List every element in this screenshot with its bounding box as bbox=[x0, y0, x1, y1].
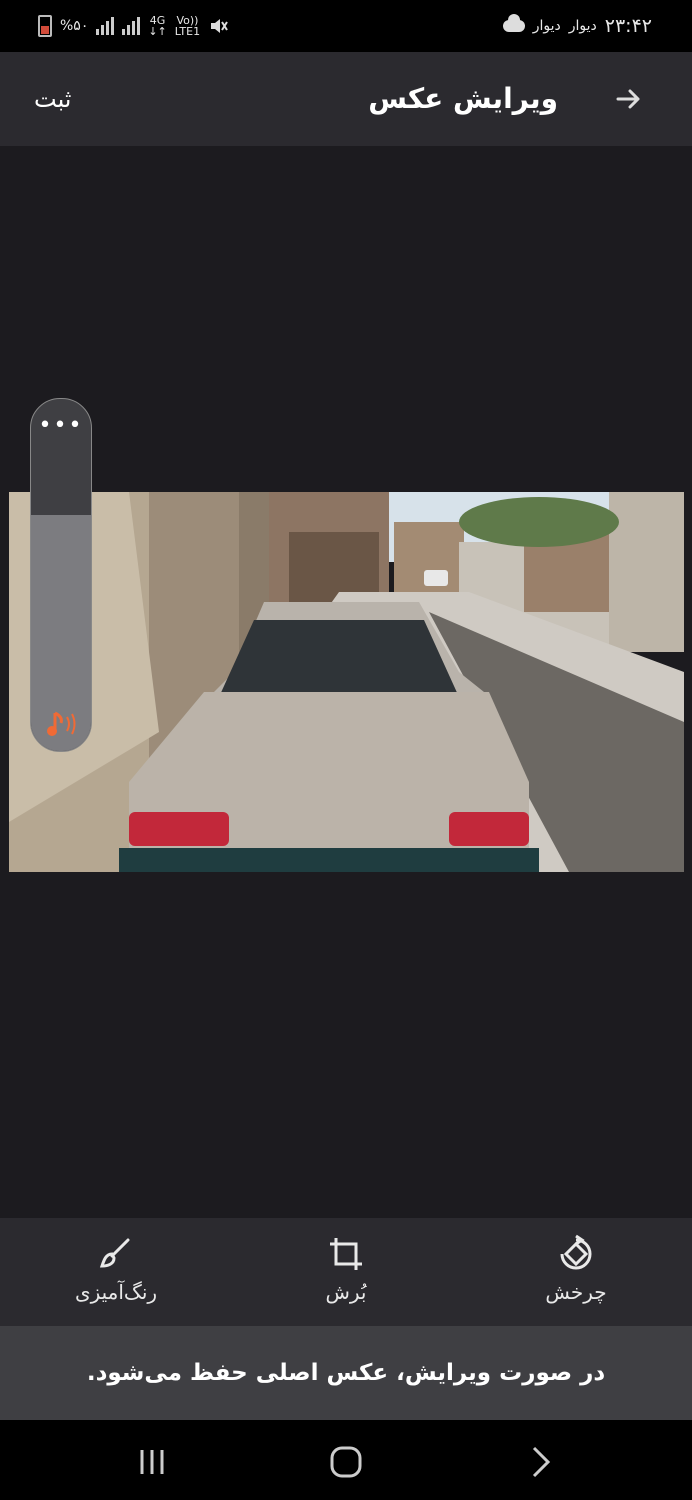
tool-label: چرخش bbox=[545, 1280, 607, 1304]
crop-icon bbox=[330, 1238, 362, 1270]
arrow-right-icon bbox=[616, 89, 640, 109]
car-photo-drawing bbox=[9, 492, 684, 872]
status-time: ۲۳:۴۲ bbox=[604, 15, 652, 37]
network-type: 4G ↓↑ bbox=[148, 14, 167, 38]
info-banner: در صورت ویرایش، عکس اصلی حفظ می‌شود. bbox=[0, 1326, 692, 1420]
submit-button[interactable]: ثبت bbox=[34, 76, 72, 122]
crop-tool-button[interactable]: بُرش bbox=[256, 1218, 436, 1326]
back-icon bbox=[532, 1446, 551, 1478]
music-note-icon[interactable] bbox=[43, 709, 79, 739]
volte-indicator: Vo)) LTE1 bbox=[174, 14, 201, 38]
nav-back-button[interactable] bbox=[520, 1442, 560, 1482]
rotate-icon bbox=[560, 1234, 592, 1270]
signal-icon bbox=[122, 17, 141, 35]
recents-button[interactable] bbox=[132, 1442, 172, 1482]
edit-toolbar: رنگ‌آمیزی بُرش چرخش bbox=[0, 1218, 692, 1326]
notification-label: دیوار bbox=[532, 18, 561, 34]
battery-icon bbox=[38, 15, 52, 37]
home-icon bbox=[330, 1446, 362, 1478]
page-title: ویرایش عکس bbox=[368, 82, 558, 115]
status-right: دیوار دیوار ۲۳:۴۲ bbox=[502, 0, 652, 52]
status-bar: %۵۰ 4G ↓↑ Vo)) LTE1 دیوار دیوار ۲۳:۴۲ bbox=[0, 0, 692, 52]
system-nav-bar bbox=[0, 1420, 692, 1500]
status-left: %۵۰ 4G ↓↑ Vo)) LTE1 bbox=[38, 0, 228, 52]
home-button[interactable] bbox=[326, 1442, 366, 1482]
recents-icon bbox=[140, 1450, 164, 1474]
brush-icon bbox=[99, 1238, 130, 1268]
volume-panel[interactable]: ••• bbox=[30, 398, 92, 752]
signal-icon bbox=[96, 17, 115, 35]
colorize-tool-button[interactable]: رنگ‌آمیزی bbox=[26, 1218, 206, 1326]
tool-label: رنگ‌آمیزی bbox=[74, 1280, 158, 1304]
tool-label: بُرش bbox=[325, 1280, 367, 1304]
image-canvas[interactable]: ••• bbox=[0, 146, 692, 1218]
info-text: در صورت ویرایش، عکس اصلی حفظ می‌شود. bbox=[86, 1360, 606, 1386]
battery-level: %۵۰ bbox=[60, 18, 89, 34]
more-icon[interactable]: ••• bbox=[31, 413, 91, 438]
app-header: ثبت ویرایش عکس bbox=[0, 52, 692, 146]
back-button[interactable] bbox=[612, 82, 646, 116]
cloud-icon bbox=[502, 14, 525, 32]
car-photo[interactable] bbox=[9, 492, 684, 872]
rotate-tool-button[interactable]: چرخش bbox=[486, 1218, 666, 1326]
notification-label: دیوار bbox=[568, 18, 597, 34]
mute-icon bbox=[211, 19, 228, 33]
